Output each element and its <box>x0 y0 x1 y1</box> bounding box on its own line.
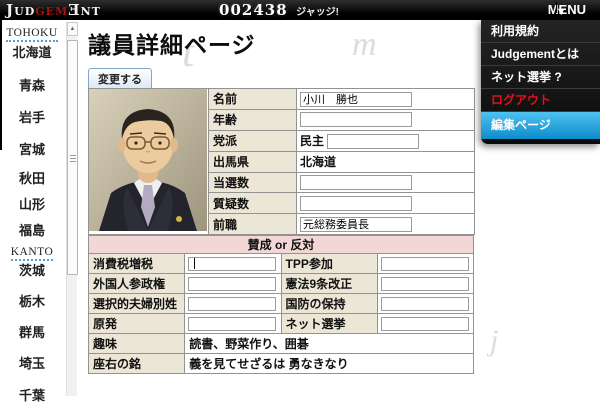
sidebar-item-saitama[interactable]: 埼玉 <box>0 353 64 372</box>
hobby-value: 読書、野菜作り、囲碁 <box>185 334 474 354</box>
sidebar-item-yamagata[interactable]: 山形 <box>0 194 64 213</box>
stance-label-separate-surnames: 選択的夫婦別姓 <box>89 294 185 314</box>
region-header-kanto: KANTO <box>0 246 64 258</box>
field-label-age: 年齢 <box>209 109 297 130</box>
motto-value: 義を見てせざるは 勇なきなり <box>185 354 474 374</box>
field-label-name: 名前 <box>209 89 297 110</box>
field-label-party: 党派 <box>209 130 297 151</box>
region-header-tohoku: TOHOKU <box>0 27 64 39</box>
separate-surnames-input[interactable] <box>188 297 276 311</box>
text-caret <box>194 258 195 269</box>
stance-label-foreigner-suffrage: 外国人参政権 <box>89 274 185 294</box>
sidebar-item-miyagi[interactable]: 宮城 <box>0 139 64 158</box>
foreigner-suffrage-input[interactable] <box>188 277 276 291</box>
stance-header: 賛成 or 反対 <box>89 236 474 254</box>
sidebar-item-iwate[interactable]: 岩手 <box>0 107 64 126</box>
page-title: 議員詳細ページ <box>88 26 256 60</box>
stance-label-consumption-tax: 消費税増税 <box>89 254 185 274</box>
field-label-questions: 質疑数 <box>209 193 297 214</box>
dropdown-menu: 利用規約 Judgementとは ネット選挙 ? ログアウト 編集ページ <box>481 20 600 144</box>
field-label-prefecture: 出馬県 <box>209 151 297 172</box>
sidebar-item-akita[interactable]: 秋田 <box>0 168 64 187</box>
judge-count-label: ジャッジ! <box>296 7 339 18</box>
judge-count-value: 002438 <box>219 1 288 19</box>
menu-item-about[interactable]: Judgementとは <box>481 43 600 66</box>
field-label-elections-won: 当選数 <box>209 172 297 193</box>
menu-button[interactable]: MENU▼ <box>548 0 586 20</box>
stance-label-net-election: ネット選挙 <box>281 314 377 334</box>
watermark-letter: m <box>352 26 377 64</box>
judge-counter: 002438 ジャッジ! <box>219 0 339 20</box>
previous-post-input[interactable] <box>300 217 412 232</box>
menu-item-terms[interactable]: 利用規約 <box>481 20 600 43</box>
stance-label-article9: 憲法9条改正 <box>281 274 377 294</box>
sidebar-scrollbar[interactable]: ▲ <box>66 22 77 396</box>
article9-input[interactable] <box>381 277 469 291</box>
scrollbar-grip <box>70 155 76 162</box>
nuclear-power-input[interactable] <box>188 317 276 331</box>
profile-table: 名前 年齢 党派 民主 出馬県 北海道 当選数 質疑数 前職 <box>88 88 475 235</box>
age-input[interactable] <box>300 112 412 127</box>
scrollbar-thumb[interactable] <box>67 40 78 275</box>
sidebar-item-hokkaido[interactable]: 北海道 <box>0 42 64 61</box>
national-defense-input[interactable] <box>381 297 469 311</box>
stance-label-tpp: TPP参加 <box>281 254 377 274</box>
menu-item-net-election[interactable]: ネット選挙 ? <box>481 66 600 89</box>
hobby-label: 趣味 <box>89 334 185 354</box>
logo-text: NT <box>81 5 101 18</box>
logo-text: J <box>6 1 14 19</box>
scroll-up-icon[interactable]: ▲ <box>67 22 78 36</box>
motto-label: 座右の銘 <box>89 354 185 374</box>
consumption-tax-input[interactable] <box>188 257 276 271</box>
elections-won-input[interactable] <box>300 175 412 190</box>
field-label-previous-post: 前職 <box>209 214 297 235</box>
party-value: 民主 <box>300 134 324 148</box>
watermark-letter: j <box>490 324 498 358</box>
sidebar-item-chiba[interactable]: 千葉 <box>0 385 64 404</box>
questions-input[interactable] <box>300 196 412 211</box>
net-election-input[interactable] <box>381 317 469 331</box>
left-edge-decoration <box>0 20 2 150</box>
top-bar: JUDGEMƎNT 002438 ジャッジ! MENU▼ <box>0 0 600 20</box>
tpp-input[interactable] <box>381 257 469 271</box>
sidebar-item-tochigi[interactable]: 栃木 <box>0 291 64 310</box>
stance-label-nuclear-power: 原発 <box>89 314 185 334</box>
sidebar-item-fukushima[interactable]: 福島 <box>0 220 64 239</box>
site-logo[interactable]: JUDGEMƎNT <box>6 0 101 20</box>
logo-text: UD <box>14 5 35 18</box>
sidebar-item-gunma[interactable]: 群馬 <box>0 322 64 341</box>
menu-item-edit-page[interactable]: 編集ページ <box>481 112 600 139</box>
chevron-down-icon: ▼ <box>556 2 557 13</box>
menu-item-logout[interactable]: ログアウト <box>481 89 600 112</box>
politician-photo <box>89 89 209 235</box>
menu-button-label: MENU <box>548 2 586 17</box>
stance-table: 賛成 or 反対 消費税増税 TPP参加 外国人参政権 憲法9条改正 選択的夫婦… <box>88 235 474 374</box>
logo-text: Ǝ <box>68 1 80 19</box>
sidebar-item-aomori[interactable]: 青森 <box>0 75 64 94</box>
party-input[interactable] <box>327 134 419 149</box>
logo-text-red: GEM <box>35 5 68 18</box>
prefecture-value: 北海道 <box>300 155 336 169</box>
name-input[interactable] <box>300 92 412 107</box>
sidebar-item-ibaraki[interactable]: 茨城 <box>0 260 64 279</box>
stance-label-national-defense: 国防の保持 <box>281 294 377 314</box>
